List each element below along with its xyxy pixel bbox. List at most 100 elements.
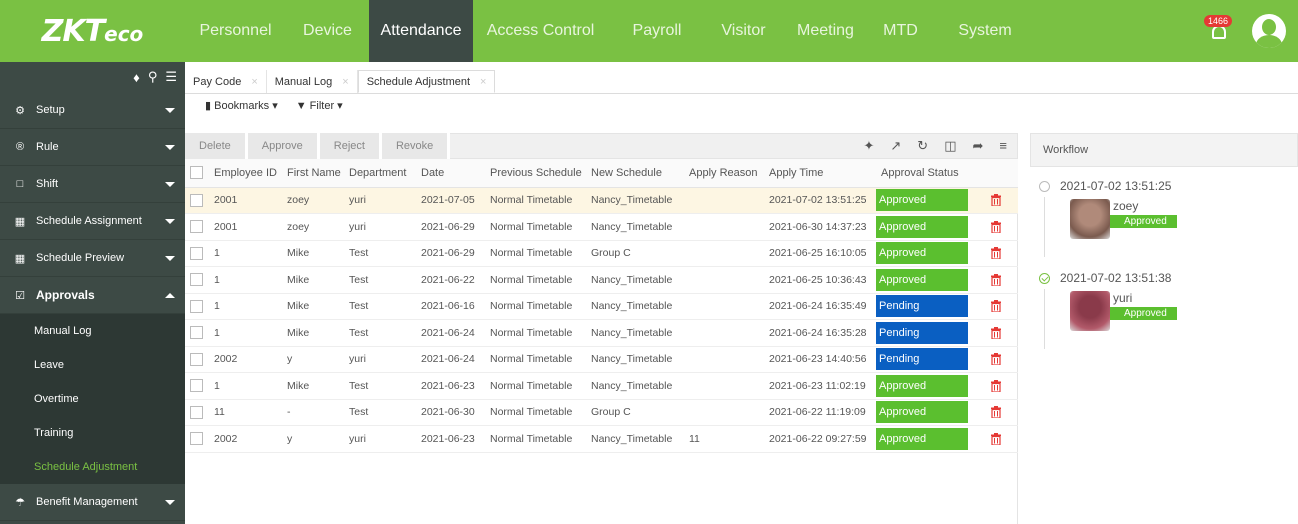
column-header-first-name[interactable]: First Name <box>282 159 344 188</box>
row-checkbox-cell[interactable] <box>185 293 209 320</box>
settings-sliders-icon[interactable]: ≡ <box>999 138 1007 154</box>
row-checkbox[interactable] <box>190 352 203 366</box>
trash-icon[interactable] <box>973 194 1018 207</box>
menu-list-icon[interactable]: ☰ <box>165 69 177 85</box>
close-icon[interactable]: × <box>342 76 348 88</box>
trash-icon[interactable] <box>973 326 1018 339</box>
notification-bell-icon[interactable]: 1466 <box>1198 11 1238 51</box>
filter-dropdown[interactable]: ▼ Filter ▾ <box>296 99 343 112</box>
nav-meeting[interactable]: Meeting <box>781 0 870 62</box>
row-checkbox[interactable] <box>190 220 203 234</box>
wand-icon[interactable]: ✦ <box>863 138 874 154</box>
main-nav: Personnel Device Attendance Access Control P… <box>185 0 1039 62</box>
tab-manual-log[interactable]: Manual Log × <box>267 70 358 93</box>
sidebar-subitem-overtime[interactable]: Overtime <box>0 382 185 416</box>
sidebar-subitem-schedule-adjustment[interactable]: Schedule Adjustment <box>0 450 185 484</box>
row-checkbox-cell[interactable] <box>185 266 209 294</box>
trash-icon[interactable] <box>973 273 1018 286</box>
export-icon[interactable]: ➦ <box>973 138 984 154</box>
nav-personnel[interactable]: Personnel <box>185 0 286 62</box>
reject-button[interactable]: Reject <box>319 133 382 159</box>
trash-icon[interactable] <box>973 406 1018 419</box>
close-icon[interactable]: × <box>251 76 257 88</box>
trash-icon[interactable] <box>973 220 1018 233</box>
row-checkbox-cell[interactable] <box>185 425 209 453</box>
select-all-cell[interactable] <box>185 159 209 188</box>
table-row[interactable]: 1 Mike Test 2021-06-29 Normal Timetable Group… <box>185 240 1018 267</box>
column-header-previous-schedule[interactable]: Previous Schedule <box>485 159 586 188</box>
row-checkbox-cell[interactable] <box>185 213 209 241</box>
select-all-checkbox[interactable] <box>190 166 203 180</box>
nav-system[interactable]: System <box>931 0 1039 62</box>
table-row[interactable]: 1 Mike Test 2021-06-24 Normal Timetable Nancy… <box>185 319 1018 347</box>
close-icon[interactable]: × <box>480 76 486 88</box>
row-checkbox-cell[interactable] <box>185 346 209 373</box>
user-avatar[interactable] <box>1252 14 1286 48</box>
tab-pay-code[interactable]: Pay Code × <box>185 70 267 93</box>
sidebar-item-setup[interactable]: ⚙ Setup <box>0 92 185 129</box>
row-checkbox-cell[interactable] <box>185 372 209 400</box>
sidebar-item-schedule-assignment[interactable]: ▦ Schedule Assignment <box>0 203 185 240</box>
columns-icon[interactable]: ◫ <box>944 138 956 154</box>
sidebar-item-schedule-preview[interactable]: ▦ Schedule Preview <box>0 240 185 277</box>
sidebar-item-benefit-management[interactable]: ☂ Benefit Management <box>0 484 185 521</box>
column-header-department[interactable]: Department <box>344 159 416 188</box>
cell-delete <box>968 293 1018 320</box>
tab-schedule-adjustment[interactable]: Schedule Adjustment × <box>357 70 496 93</box>
expand-icon[interactable]: ↗ <box>890 138 901 154</box>
cell-delete <box>968 399 1018 426</box>
trash-icon[interactable] <box>973 353 1018 366</box>
row-checkbox-cell[interactable] <box>185 240 209 267</box>
column-header-apply-time[interactable]: Apply Time <box>764 159 876 188</box>
sidebar-item-approvals[interactable]: ☑ Approvals <box>0 277 185 314</box>
delete-button[interactable]: Delete <box>185 133 248 159</box>
column-header-employee-id[interactable]: Employee ID <box>209 159 282 188</box>
nav-device[interactable]: Device <box>286 0 369 62</box>
nav-mtd[interactable]: MTD <box>870 0 931 62</box>
zkteco-logo[interactable]: ZKTeco <box>0 0 185 62</box>
nav-attendance[interactable]: Attendance <box>369 0 473 62</box>
table-row[interactable]: 11- Test 2021-06-30 Normal Timetable Group C… <box>185 399 1018 426</box>
row-checkbox-cell[interactable] <box>185 187 209 214</box>
table-row[interactable]: 2002 y yuri 2021-06-23 Normal Timetable Nancy… <box>185 425 1018 453</box>
trash-icon[interactable] <box>973 300 1018 313</box>
column-header-date[interactable]: Date <box>416 159 485 188</box>
table-row[interactable]: 1 Mike Test 2021-06-16 Normal Timetable Nancy… <box>185 293 1018 320</box>
row-checkbox-cell[interactable] <box>185 399 209 426</box>
column-header-approval-status[interactable]: Approval Status <box>876 159 968 188</box>
row-checkbox[interactable] <box>190 379 203 393</box>
nav-payroll[interactable]: Payroll <box>608 0 706 62</box>
row-checkbox[interactable] <box>190 405 203 419</box>
table-row[interactable]: 2002 y yuri 2021-06-24 Normal Timetable Nancy… <box>185 346 1018 373</box>
tag-icon[interactable]: ♦ <box>133 70 140 85</box>
sidebar-subitem-leave[interactable]: Leave <box>0 348 185 382</box>
sidebar-item-rule[interactable]: ® Rule <box>0 129 185 166</box>
row-checkbox[interactable] <box>190 299 203 313</box>
approve-button[interactable]: Approve <box>247 133 320 159</box>
row-checkbox[interactable] <box>190 326 203 340</box>
revoke-button[interactable]: Revoke <box>381 133 451 159</box>
trash-icon[interactable] <box>973 432 1018 445</box>
table-row[interactable]: 2001 zoey yuri 2021-06-29 Normal Timetable Na… <box>185 213 1018 241</box>
cell-first: Mike <box>282 266 344 294</box>
trash-icon[interactable] <box>973 379 1018 392</box>
row-checkbox[interactable] <box>190 273 203 287</box>
sidebar-subitem-training[interactable]: Training <box>0 416 185 450</box>
table-row[interactable]: 1 Mike Test 2021-06-23 Normal Timetable Nancy… <box>185 372 1018 400</box>
table-row[interactable]: 1 Mike Test 2021-06-22 Normal Timetable Nancy… <box>185 266 1018 294</box>
column-header-apply-reason[interactable]: Apply Reason <box>684 159 764 188</box>
search-icon[interactable]: ⚲ <box>148 69 158 85</box>
nav-visitor[interactable]: Visitor <box>706 0 781 62</box>
sidebar-subitem-manual-log[interactable]: Manual Log <box>0 314 185 348</box>
row-checkbox-cell[interactable] <box>185 319 209 347</box>
bookmarks-dropdown[interactable]: ▮ Bookmarks ▾ <box>205 99 278 112</box>
table-row[interactable]: 2001 zoey yuri 2021-07-05 Normal Timetable Na… <box>185 187 1018 214</box>
sidebar-item-shift[interactable]: □ Shift <box>0 166 185 203</box>
column-header-new-schedule[interactable]: New Schedule <box>586 159 684 188</box>
row-checkbox[interactable] <box>190 246 203 260</box>
nav-access-control[interactable]: Access Control <box>473 0 608 62</box>
row-checkbox[interactable] <box>190 432 203 446</box>
trash-icon[interactable] <box>973 247 1018 260</box>
refresh-icon[interactable]: ↻ <box>917 138 928 154</box>
row-checkbox[interactable] <box>190 193 203 207</box>
